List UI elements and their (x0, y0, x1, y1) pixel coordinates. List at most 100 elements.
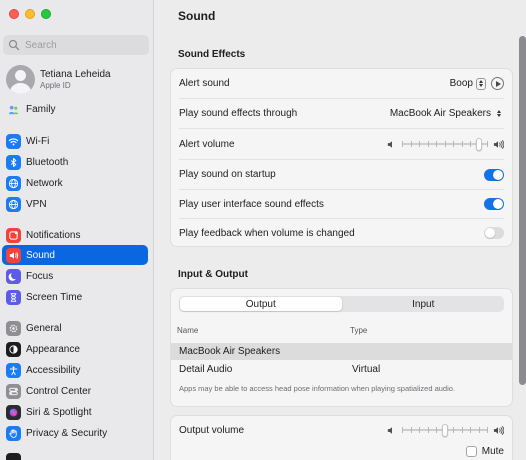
sidebar-item-label: Accessibility (26, 364, 81, 376)
sidebar-item-label: Network (26, 177, 63, 189)
speaker-low-icon (387, 426, 392, 434)
input-output-heading: Input & Output (178, 269, 248, 280)
tab-input[interactable]: Input (343, 296, 505, 312)
alert-volume-track[interactable] (402, 138, 488, 151)
slider-tick (436, 141, 437, 147)
sidebar-item-sound[interactable]: Sound (2, 245, 148, 265)
speaker-high-icon (493, 425, 504, 435)
alert-sound-popup[interactable]: Boop (449, 77, 486, 90)
sidebar-item-privacy-security[interactable]: Privacy & Security (2, 423, 148, 443)
play-icon (495, 80, 501, 87)
slider-tick (419, 427, 420, 433)
output-volume-track[interactable] (402, 424, 488, 437)
output-volume-knob[interactable] (442, 424, 448, 437)
ui-effects-row: Play user interface sound effects (171, 190, 512, 218)
alert-sound-value: Boop (449, 78, 473, 89)
scrollbar[interactable] (519, 36, 526, 385)
gear-icon (6, 320, 21, 336)
slider-tick (419, 141, 420, 147)
globe-icon (6, 175, 21, 191)
apple-id-profile[interactable]: Tetiana Leheida Apple ID (6, 65, 111, 94)
zoom-window-button[interactable] (41, 9, 51, 19)
sidebar-item-vpn[interactable]: VPN (2, 194, 148, 214)
volume-feedback-label: Play feedback when volume is changed (179, 227, 355, 239)
slider-tick (453, 427, 454, 433)
accessibility-icon (6, 362, 21, 378)
sidebar-item-appearance[interactable]: Appearance (2, 339, 148, 359)
sidebar-item-label: Family (26, 103, 56, 115)
search-input[interactable] (25, 39, 135, 51)
startup-sound-label: Play sound on startup (179, 169, 276, 180)
sound-effects-card: Alert sound Boop Play sound effects thro… (170, 68, 513, 247)
alert-volume-row: Alert volume (171, 129, 512, 159)
sidebar-item-label: Wi-Fi (26, 135, 50, 147)
sidebar-item-network[interactable]: Network (2, 173, 148, 193)
slider-tick (462, 141, 463, 147)
play-through-popup[interactable]: MacBook Air Speakers (390, 108, 504, 120)
output-volume-slider[interactable] (386, 424, 504, 437)
slider-tick (411, 141, 412, 147)
search-field[interactable] (3, 35, 149, 55)
startup-sound-toggle[interactable] (484, 168, 504, 181)
slider-tick (428, 141, 429, 147)
alert-volume-knob[interactable] (476, 138, 482, 151)
chevron-updown-icon (494, 108, 504, 120)
wifi-icon (6, 133, 21, 149)
column-header-name[interactable]: Name (177, 326, 350, 335)
sidebar-item-control-center[interactable]: Control Center (2, 381, 148, 401)
ui-effects-label: Play user interface sound effects (179, 198, 324, 210)
sidebar-item-label: VPN (26, 198, 47, 210)
sidebar-item-family[interactable]: Family (2, 99, 148, 119)
window-controls (9, 9, 51, 19)
sidebar-item-wifi[interactable]: Wi-Fi (2, 131, 148, 151)
spatial-audio-footnote: Apps may be able to access head pose inf… (179, 384, 456, 393)
sidebar-item-label: Siri & Spotlight (26, 406, 92, 418)
slider-tick (402, 427, 403, 433)
sidebar-item-desktop-dock[interactable] (2, 450, 148, 460)
startup-sound-row: Play sound on startup (171, 160, 512, 189)
sidebar-item-notifications[interactable]: Notifications (2, 225, 148, 245)
table-header: Name Type (171, 322, 512, 338)
sidebar-item-accessibility[interactable]: Accessibility (2, 360, 148, 380)
volume-feedback-row: Play feedback when volume is changed (171, 219, 512, 246)
output-volume-card: Output volume Mute (170, 415, 513, 460)
sidebar-item-general[interactable]: General (2, 318, 148, 338)
siri-icon (6, 404, 21, 420)
device-name: Detail Audio (179, 364, 233, 375)
minimize-window-button[interactable] (25, 9, 35, 19)
mute-checkbox[interactable] (465, 445, 477, 457)
main-content: Sound Sound Effects Alert sound Boop Pla… (155, 0, 526, 460)
sidebar-item-screen-time[interactable]: Screen Time (2, 287, 148, 307)
slider-tick (470, 141, 471, 147)
sidebar-item-siri-spotlight[interactable]: Siri & Spotlight (2, 402, 148, 422)
slider-tick (411, 427, 412, 433)
play-through-row: Play sound effects through MacBook Air S… (171, 99, 512, 128)
chevron-updown-icon (476, 77, 486, 90)
play-alert-button[interactable] (491, 77, 504, 90)
sidebar-item-label: Bluetooth (26, 156, 69, 168)
sidebar-item-bluetooth[interactable]: Bluetooth (2, 152, 148, 172)
slider-tick (445, 141, 446, 147)
table-row[interactable]: Detail Audio Virtual (171, 361, 512, 378)
sidebar-item-focus[interactable]: Focus (2, 266, 148, 286)
alert-volume-label: Alert volume (179, 138, 235, 150)
sound-effects-heading: Sound Effects (178, 49, 246, 60)
sidebar-item-label: General (26, 322, 62, 334)
ui-effects-toggle[interactable] (484, 198, 504, 210)
moon-icon (6, 268, 21, 284)
slider-tick (402, 141, 403, 147)
speaker-high-icon (493, 139, 504, 149)
profile-subtitle: Apple ID (40, 80, 71, 90)
slider-tick (453, 141, 454, 147)
sidebar-item-label: Control Center (26, 385, 92, 397)
column-header-type[interactable]: Type (350, 326, 367, 335)
play-through-value: MacBook Air Speakers (389, 108, 491, 119)
speaker-low-icon (387, 140, 392, 148)
close-window-button[interactable] (9, 9, 19, 19)
alert-volume-slider[interactable] (386, 138, 504, 151)
table-row[interactable]: MacBook Air Speakers (171, 343, 512, 360)
appearance-icon (6, 341, 21, 357)
sidebar: Tetiana Leheida Apple ID Family Wi-Fi Bl… (0, 0, 154, 460)
tab-output[interactable]: Output (180, 297, 342, 311)
volume-feedback-toggle[interactable] (484, 227, 504, 239)
